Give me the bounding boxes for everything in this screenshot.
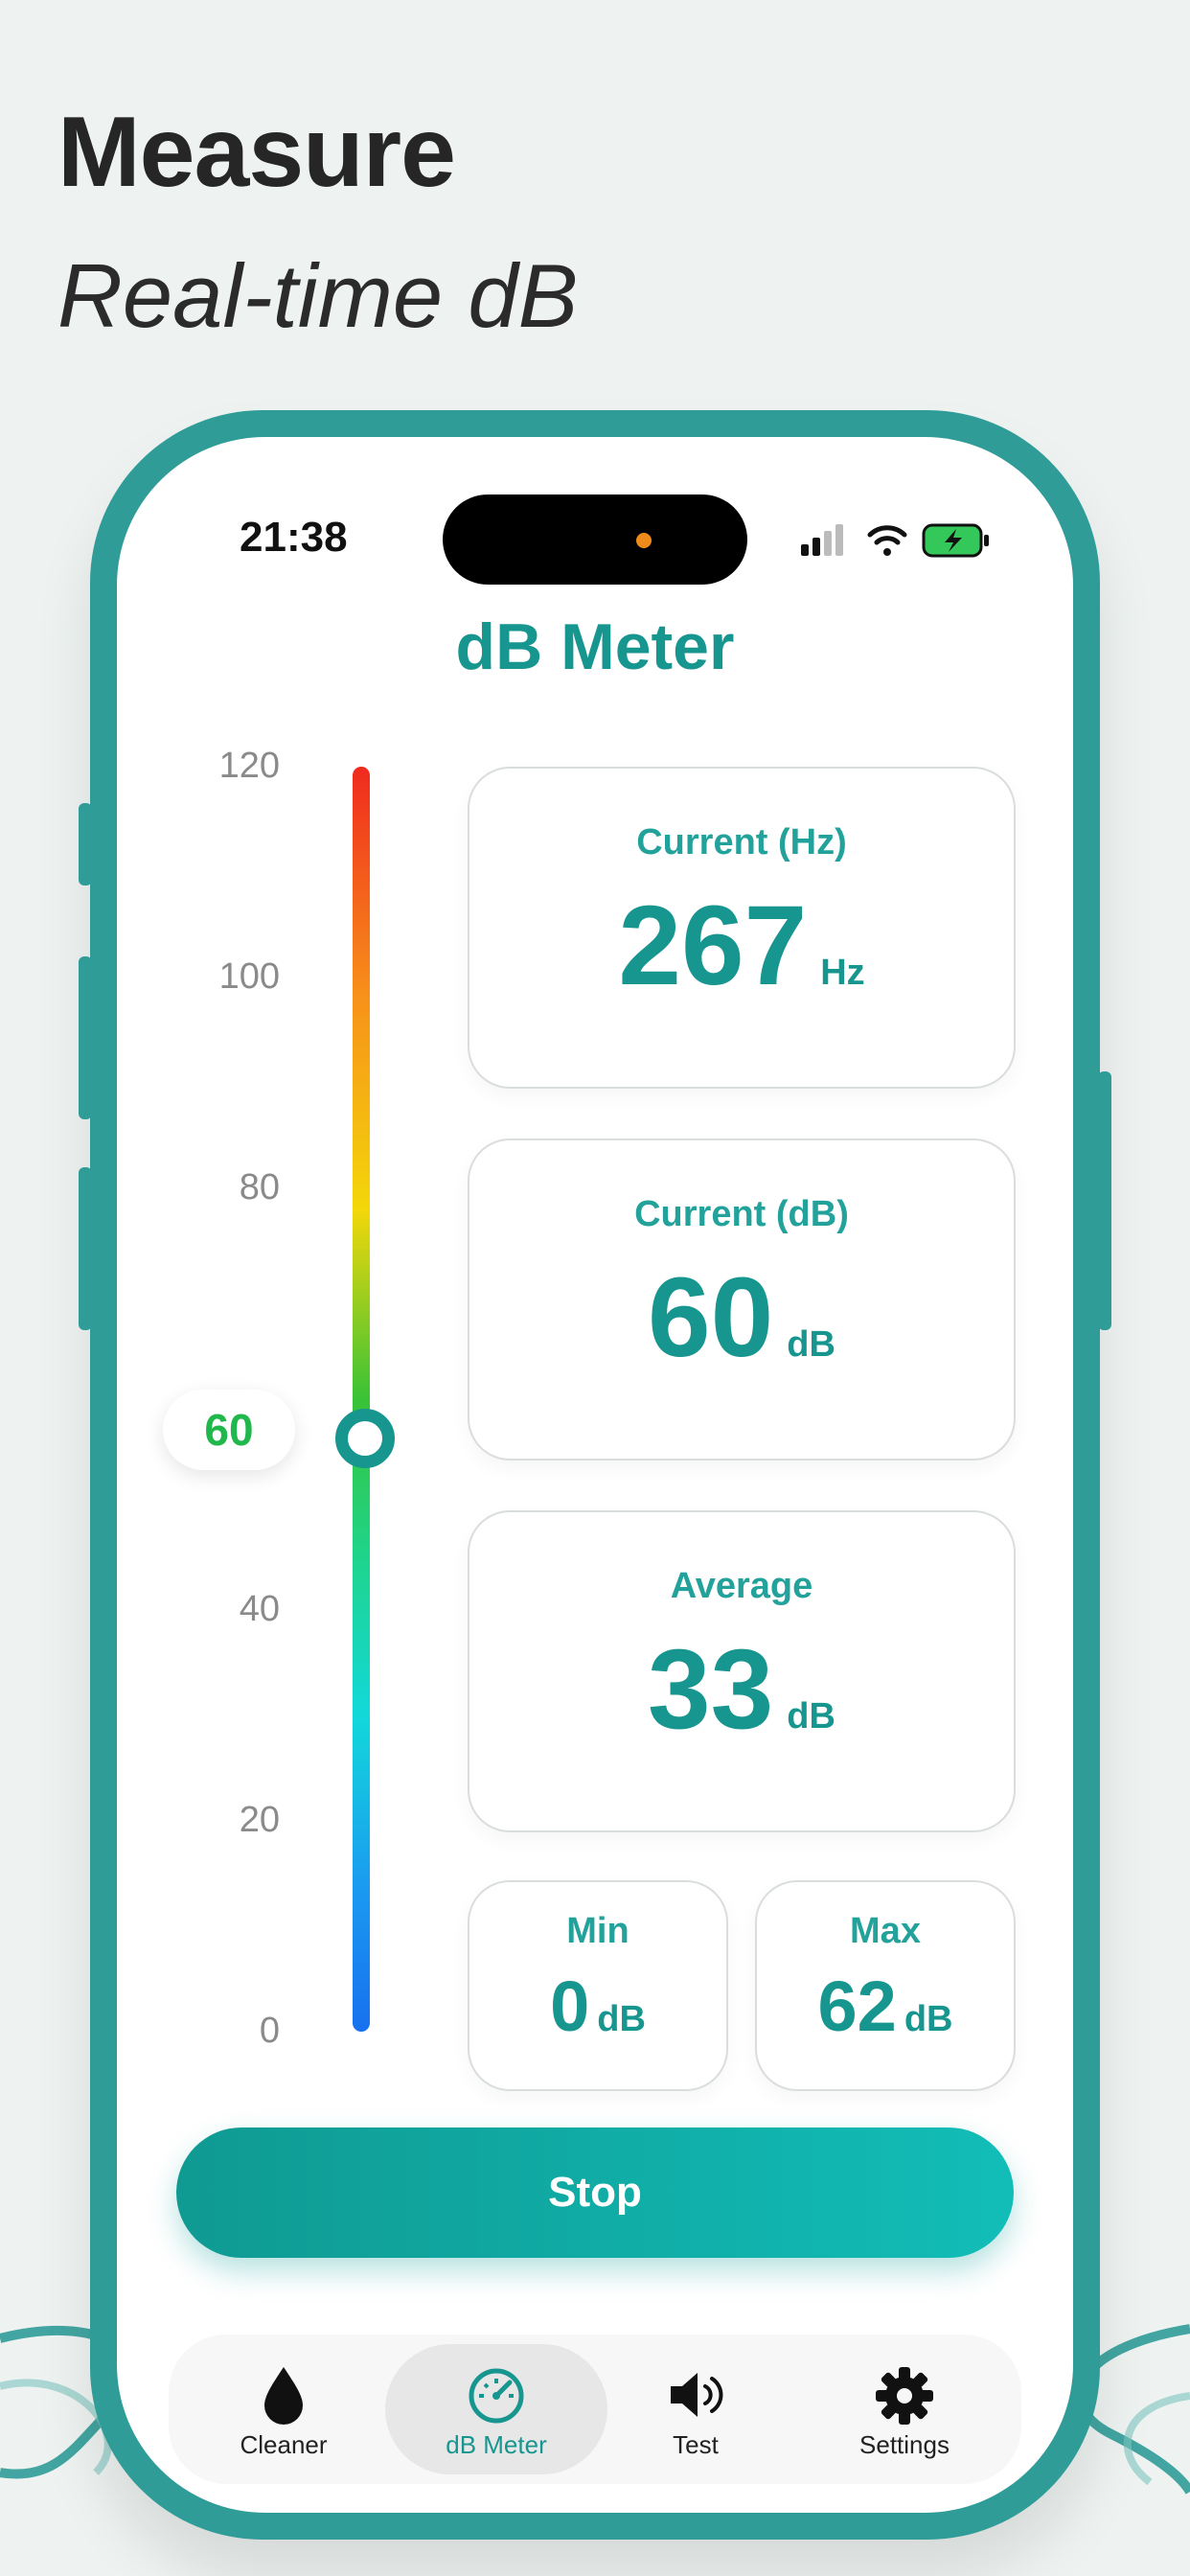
card-value: 33 xyxy=(648,1626,774,1753)
scale-label: 0 xyxy=(259,2011,280,2051)
tab-label: Test xyxy=(673,2430,719,2459)
scale-label: 100 xyxy=(218,956,280,997)
card-value: 267 xyxy=(618,883,808,1009)
status-icons xyxy=(801,523,989,558)
card-value: 0 xyxy=(550,1966,590,2046)
speaker-icon xyxy=(671,2373,723,2417)
card-unit: dB xyxy=(597,1999,646,2039)
phone-frame: 21:38 dB Meter 120 100 80 40 20 0 60 Cur… xyxy=(79,410,1111,2540)
wifi-icon xyxy=(867,525,907,556)
scale-label: 20 xyxy=(239,1800,280,1840)
level-meter-knob[interactable] xyxy=(335,1409,395,1468)
card-unit: Hz xyxy=(820,953,865,993)
card-label: Max xyxy=(850,1911,921,1951)
card-unit: dB xyxy=(904,1999,953,2039)
level-meter-bar xyxy=(353,767,370,2032)
drop-icon xyxy=(264,2367,303,2425)
phone-side-button xyxy=(79,1167,92,1330)
scale-label: 40 xyxy=(239,1589,280,1629)
tab-bar: Cleaner dB Meter Test Settings xyxy=(169,2334,1021,2484)
card-label: Average xyxy=(670,1566,813,1606)
tab-test[interactable]: Test xyxy=(584,2344,807,2474)
tab-label: dB Meter xyxy=(446,2430,547,2459)
headline: Measure xyxy=(57,97,456,208)
scale-label: 80 xyxy=(239,1167,280,1208)
current-level-pill: 60 xyxy=(163,1390,295,1470)
max-card: Max 62 dB xyxy=(755,1880,1016,2091)
tab-label: Cleaner xyxy=(240,2430,328,2459)
page-title: dB Meter xyxy=(455,610,735,683)
card-label: Current (Hz) xyxy=(636,822,847,862)
card-unit: dB xyxy=(787,1696,835,1736)
phone-screen: 21:38 dB Meter 120 100 80 40 20 0 60 Cur… xyxy=(117,437,1073,2513)
card-label: Current (dB) xyxy=(634,1194,849,1234)
average-card: Average 33 dB xyxy=(468,1510,1016,1832)
tab-cleaner[interactable]: Cleaner xyxy=(172,2344,395,2474)
min-card: Min 0 dB xyxy=(468,1880,728,2091)
scale-label: 120 xyxy=(218,746,280,786)
status-time: 21:38 xyxy=(240,514,348,561)
gear-icon xyxy=(876,2367,933,2425)
battery-icon xyxy=(922,523,989,558)
current-hz-card: Current (Hz) 267 Hz xyxy=(468,767,1016,1089)
tab-settings[interactable]: Settings xyxy=(793,2344,1016,2474)
card-label: Min xyxy=(566,1911,629,1951)
card-value: 62 xyxy=(817,1966,897,2046)
current-db-card: Current (dB) 60 dB xyxy=(468,1138,1016,1460)
dynamic-island xyxy=(443,494,747,585)
card-unit: dB xyxy=(787,1324,835,1365)
tab-label: Settings xyxy=(859,2430,950,2459)
phone-side-button xyxy=(79,803,92,886)
cellular-signal-icon xyxy=(801,524,843,556)
phone-side-button xyxy=(1098,1071,1111,1330)
tab-db-meter[interactable]: dB Meter xyxy=(385,2344,607,2474)
card-value: 60 xyxy=(648,1254,774,1381)
phone-side-button xyxy=(79,956,92,1119)
subline: Real-time dB xyxy=(57,245,579,346)
stop-button[interactable]: Stop xyxy=(176,2128,1014,2258)
gauge-icon xyxy=(469,2368,524,2424)
privacy-indicator-dot xyxy=(636,533,652,548)
